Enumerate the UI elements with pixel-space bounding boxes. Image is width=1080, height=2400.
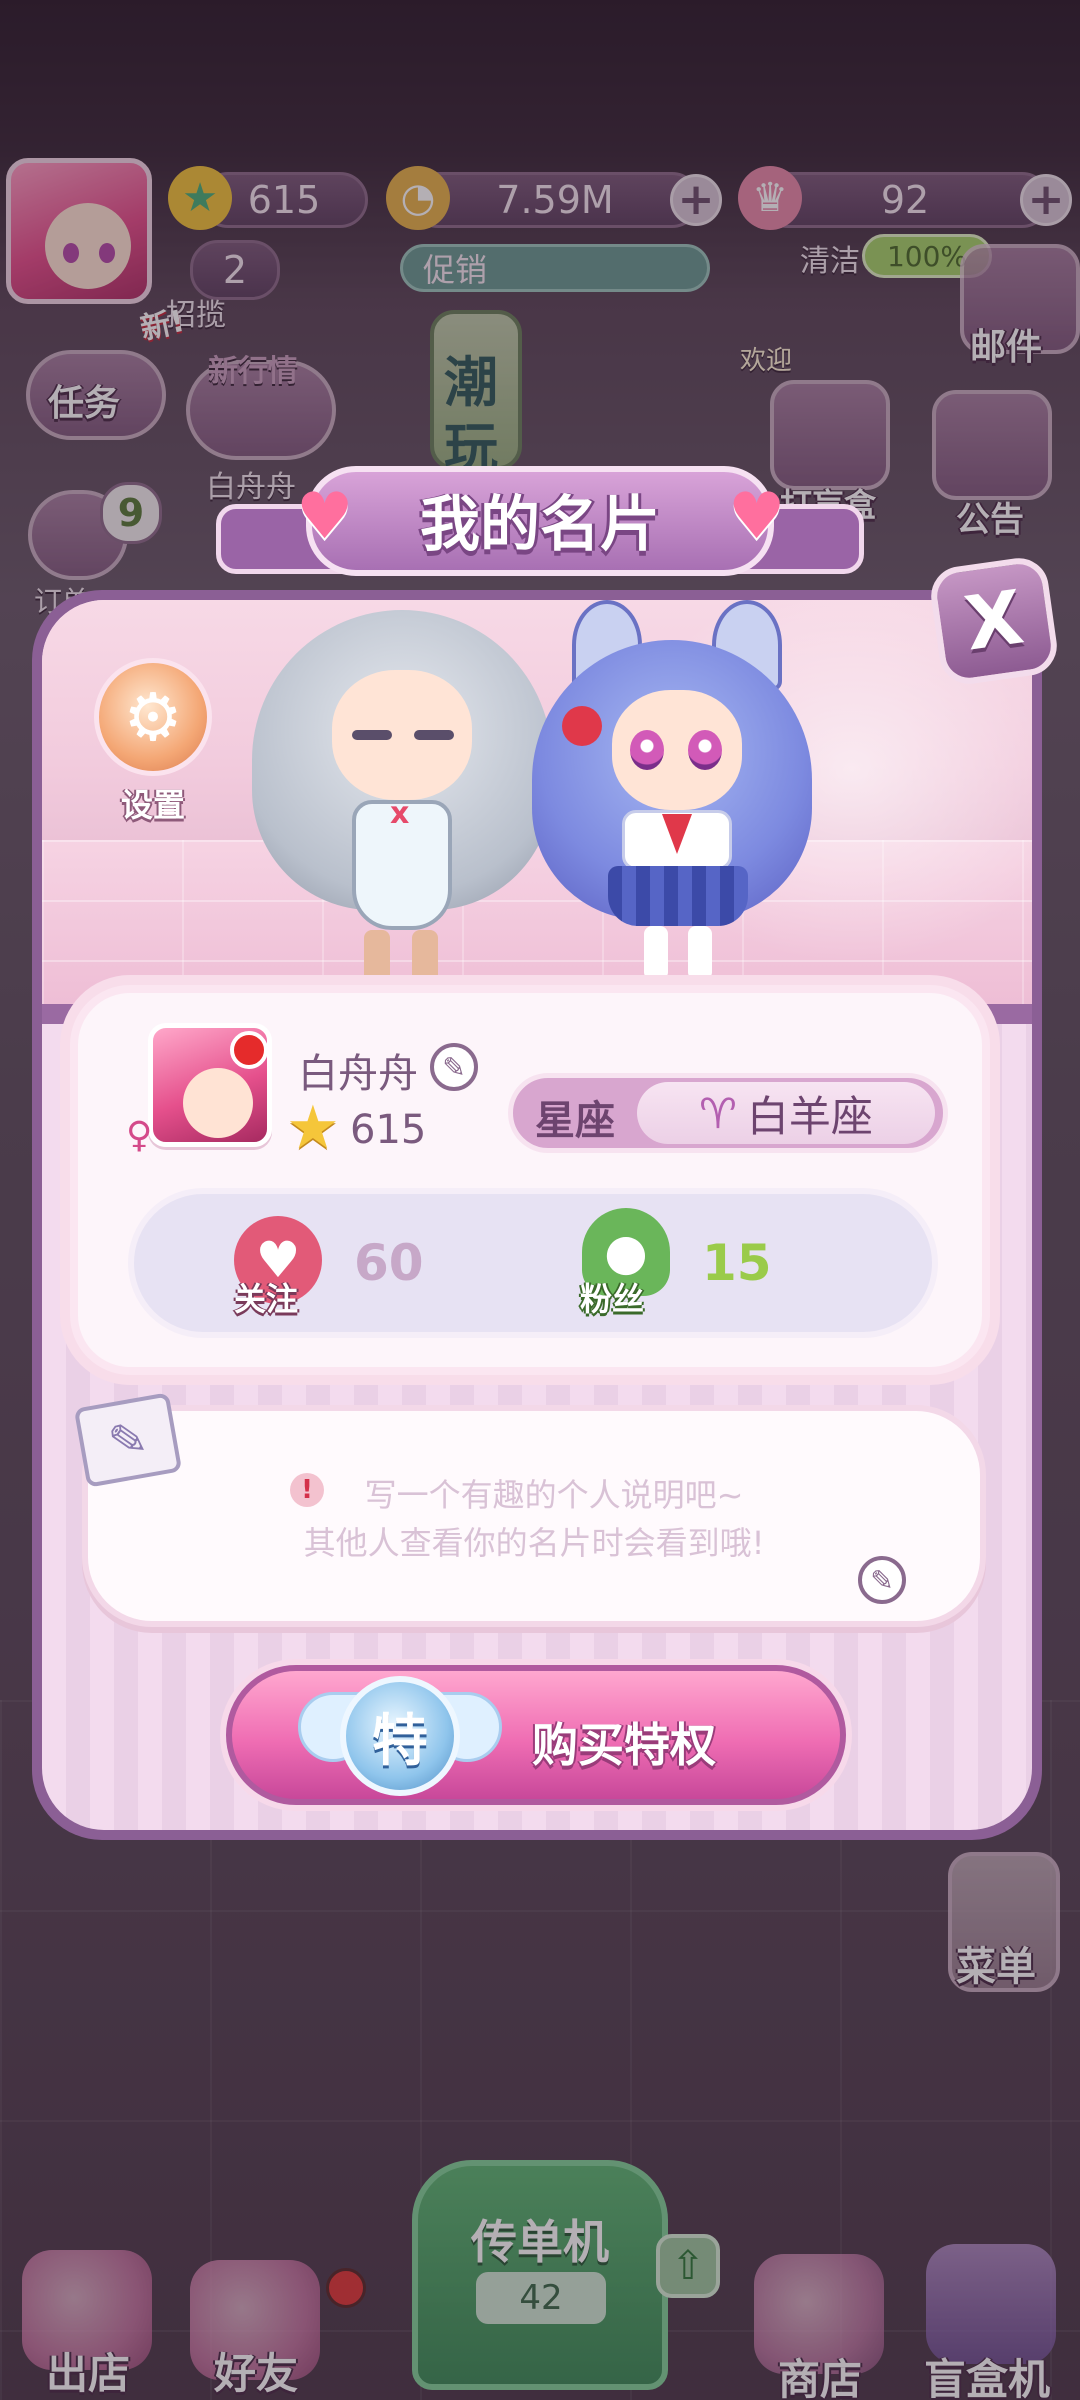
- close-button[interactable]: X: [927, 554, 1061, 688]
- hair-ribbon: [562, 706, 602, 746]
- heart-icon: ♥: [296, 480, 354, 554]
- privilege-badge-icon: 特: [340, 1676, 460, 1796]
- buy-privilege-label: 购买特权: [532, 1718, 716, 1772]
- character-eye: [688, 730, 722, 770]
- bio-placeholder-line1: 写一个有趣的个人说明吧~: [364, 1476, 744, 1514]
- character-leg: [412, 930, 438, 990]
- aries-icon: ♈: [699, 1088, 737, 1138]
- fans-label: 粉丝: [580, 1280, 645, 1318]
- follow-stats: ♥ 关注 60 ● 粉丝 15: [128, 1188, 938, 1338]
- female-gender-icon: ♀: [126, 1115, 153, 1156]
- character-eye: [630, 730, 664, 770]
- avatar-face: [183, 1068, 253, 1138]
- pleated-skirt: [608, 866, 748, 926]
- star-icon: ★: [286, 1093, 340, 1163]
- star-count: 615: [350, 1107, 427, 1153]
- zodiac-value: ♈ 白羊座: [637, 1082, 935, 1144]
- dress-bow: x: [390, 796, 410, 831]
- gear-icon: ⚙: [123, 678, 183, 756]
- character-leg: [364, 930, 390, 990]
- close-icon: X: [959, 574, 1029, 668]
- player-name: 白舟舟: [298, 1051, 418, 1097]
- character-eye: [414, 730, 454, 740]
- character-grey-hair: x: [252, 600, 552, 1000]
- dialog-title: 我的名片: [420, 490, 660, 560]
- character-blue-hair: [512, 600, 832, 1000]
- zodiac-key-label: 星座: [535, 1098, 615, 1144]
- settings-button[interactable]: ⚙: [94, 658, 212, 776]
- heart-icon: ♥: [728, 480, 786, 554]
- edit-bio-icon[interactable]: ✎: [858, 1556, 906, 1604]
- character-leg: [644, 926, 668, 980]
- dialog-title-banner: 我的名片 ♥ ♥: [216, 456, 864, 586]
- notification-dot: [230, 1031, 268, 1069]
- character-leg: [688, 926, 712, 980]
- zodiac-field[interactable]: 星座 ♈ 白羊座: [508, 1073, 948, 1153]
- profile-card: ♀ 白舟舟 ✎ ★ 615 星座 ♈ 白羊座 ♥ 关注 60 ● 粉丝 15: [70, 985, 990, 1375]
- bio-placeholder-line2: 其他人查看你的名片时会看到哦!: [303, 1524, 765, 1562]
- follow-count: 60: [354, 1234, 424, 1292]
- fans-count: 15: [702, 1234, 772, 1292]
- follow-label: 关注: [234, 1280, 299, 1318]
- character-stage: x ⚙ 设置: [42, 600, 1032, 1010]
- zodiac-value-text: 白羊座: [746, 1091, 873, 1141]
- bio-box[interactable]: [82, 1405, 986, 1627]
- edit-name-icon[interactable]: ✎: [430, 1043, 478, 1091]
- settings-label: 设置: [120, 786, 185, 824]
- character-eye: [352, 730, 392, 740]
